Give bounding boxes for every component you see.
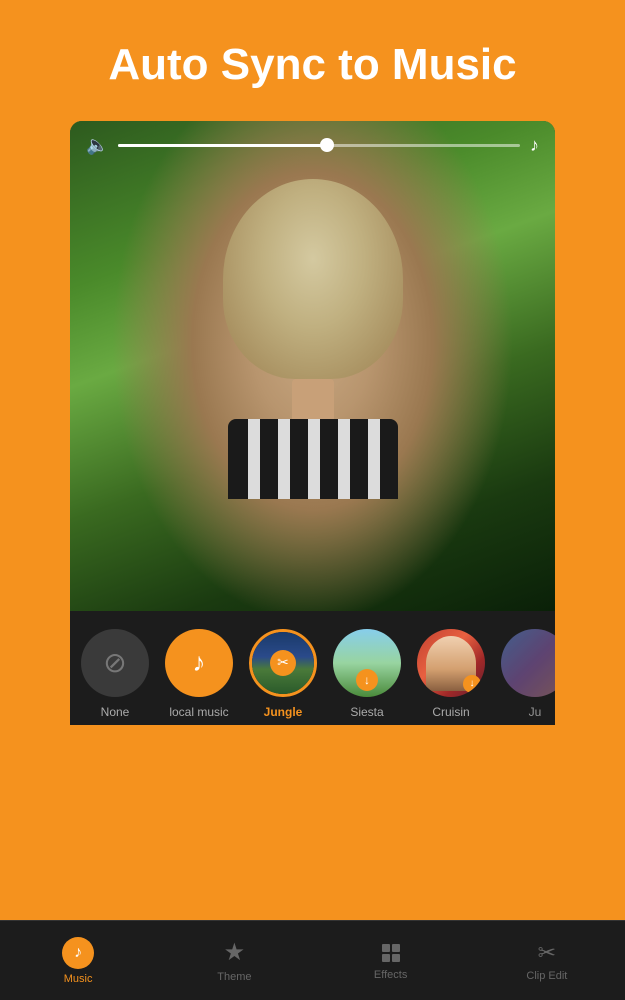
siesta-download-icon: ↓: [356, 669, 378, 691]
music-circle-none: ⊘: [81, 629, 149, 697]
music-label-cruisin: Cruisin: [432, 705, 469, 719]
theme-icon: ★: [224, 938, 246, 967]
phone-frame: 🔈 ♪ ⊘ None ♪ local music: [70, 121, 555, 725]
nav-item-clip-edit[interactable]: ✂ Clip Edit: [469, 921, 625, 1000]
music-item-cruisin[interactable]: ↓ Cruisin: [416, 629, 486, 719]
nav-label-theme: Theme: [217, 971, 251, 983]
nav-label-clip-edit: Clip Edit: [526, 970, 567, 982]
music-item-siesta[interactable]: ↓ Siesta: [332, 629, 402, 719]
page-title: Auto Sync to Music: [30, 40, 595, 91]
jungle-thumbnail: ✂: [252, 632, 314, 694]
music-label-ju: Ju: [529, 705, 542, 719]
music-label-none: None: [101, 705, 130, 719]
video-frame[interactable]: 🔈 ♪: [70, 121, 555, 611]
shirt-stripe: [368, 419, 380, 499]
music-selector-row: ⊘ None ♪ local music ✂ Jungle: [70, 611, 555, 725]
progress-fill: [118, 144, 327, 147]
bottom-navigation: ♪ Music ★ Theme Effects ✂ Clip Edit: [0, 920, 625, 1000]
shirt-stripe: [278, 419, 290, 499]
music-circle-jungle: ✂: [249, 629, 317, 697]
shirt-stripe: [308, 419, 320, 499]
progress-track[interactable]: [118, 144, 520, 147]
music-panel: ⊘ None ♪ local music ✂ Jungle: [70, 611, 555, 725]
jungle-scissors-icon: ✂: [270, 650, 296, 676]
siesta-thumbnail: ↓: [333, 629, 401, 697]
music-circle-siesta: ↓: [333, 629, 401, 697]
nav-label-music: Music: [64, 973, 93, 985]
music-icon: ♪: [74, 944, 82, 962]
shirt-stripe: [338, 419, 350, 499]
cruisin-download-icon: ↓: [463, 675, 481, 693]
none-icon: ⊘: [103, 646, 126, 679]
nav-item-music[interactable]: ♪ Music: [0, 921, 156, 1000]
music-item-none[interactable]: ⊘ None: [80, 629, 150, 719]
music-circle-cruisin: ↓: [417, 629, 485, 697]
music-circle-ju: [501, 629, 555, 697]
music-circle-local: ♪: [165, 629, 233, 697]
music-item-jungle[interactable]: ✂ Jungle: [248, 629, 318, 719]
header: Auto Sync to Music: [0, 0, 625, 121]
shirt-stripe: [248, 419, 260, 499]
video-controls: 🔈 ♪: [70, 121, 555, 170]
music-note-icon[interactable]: ♪: [530, 135, 539, 156]
music-item-ju[interactable]: Ju: [500, 629, 555, 719]
local-music-icon: ♪: [193, 647, 206, 678]
clip-edit-icon: ✂: [538, 940, 556, 966]
effects-icon: [379, 941, 403, 965]
music-nav-icon: ♪: [62, 937, 94, 969]
subject-shirt: [228, 419, 398, 499]
portrait-subject: [208, 179, 418, 499]
music-item-local[interactable]: ♪ local music: [164, 629, 234, 719]
progress-thumb: [320, 138, 334, 152]
subject-hair: [223, 179, 403, 379]
nav-item-effects[interactable]: Effects: [313, 921, 469, 1000]
nav-label-effects: Effects: [374, 969, 407, 981]
volume-icon[interactable]: 🔈: [86, 135, 108, 156]
music-label-jungle: Jungle: [264, 705, 303, 719]
music-label-siesta: Siesta: [350, 705, 383, 719]
nav-item-theme[interactable]: ★ Theme: [156, 921, 312, 1000]
music-label-local: local music: [169, 705, 228, 719]
